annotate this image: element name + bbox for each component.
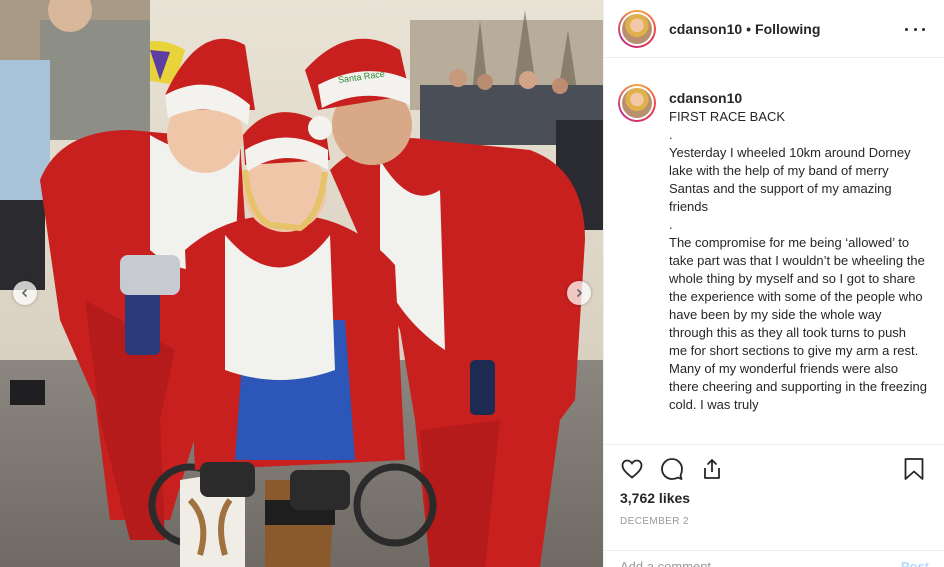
separator-dot: • xyxy=(746,20,752,37)
santa-runners-photo: Santa Race xyxy=(0,0,603,567)
post-header: cdanson10 • Following xyxy=(604,0,944,58)
caption-line: FIRST RACE BACK xyxy=(669,109,786,124)
caption-username[interactable]: cdanson10 xyxy=(669,90,742,106)
caption-line: . xyxy=(669,127,673,142)
post-date: DECEMBER 2 xyxy=(620,516,690,527)
previous-photo-button[interactable] xyxy=(13,281,37,305)
comment-icon[interactable] xyxy=(660,457,684,481)
more-options-button[interactable] xyxy=(905,20,925,38)
share-icon[interactable] xyxy=(700,457,724,481)
post-comment-button[interactable]: Post xyxy=(901,559,929,567)
post-details-panel: cdanson10 • Following cdanson10 FIRST RA… xyxy=(603,0,944,567)
avatar[interactable] xyxy=(618,9,656,48)
caption-line: Yesterday I wheeled 10km around Dorney l… xyxy=(669,145,911,214)
more-dot-icon xyxy=(922,27,925,31)
caption-area[interactable]: cdanson10 FIRST RACE BACK . Yesterday I … xyxy=(604,70,944,442)
post-photo: Santa Race xyxy=(0,0,603,567)
heart-icon[interactable] xyxy=(620,457,644,481)
more-dot-icon xyxy=(913,27,917,31)
more-dot-icon xyxy=(905,27,908,31)
chevron-right-icon xyxy=(576,288,583,298)
bookmark-icon[interactable] xyxy=(903,457,925,481)
comment-input[interactable] xyxy=(620,559,901,567)
chevron-left-icon xyxy=(21,288,28,298)
comment-bar: Post xyxy=(604,550,944,567)
following-button[interactable]: Following xyxy=(755,21,820,37)
caption-text: cdanson10 FIRST RACE BACK . Yesterday I … xyxy=(669,89,927,414)
header-username[interactable]: cdanson10 xyxy=(669,21,742,37)
next-photo-button[interactable] xyxy=(567,281,591,305)
caption-line: The compromise for me being ‘allowed’ to… xyxy=(669,235,928,412)
caption-line: . xyxy=(669,217,673,232)
caption-avatar[interactable] xyxy=(618,84,656,122)
likes-count[interactable]: 3,762 likes xyxy=(620,490,690,506)
post-actions: 3,762 likes DECEMBER 2 Post xyxy=(604,444,944,567)
